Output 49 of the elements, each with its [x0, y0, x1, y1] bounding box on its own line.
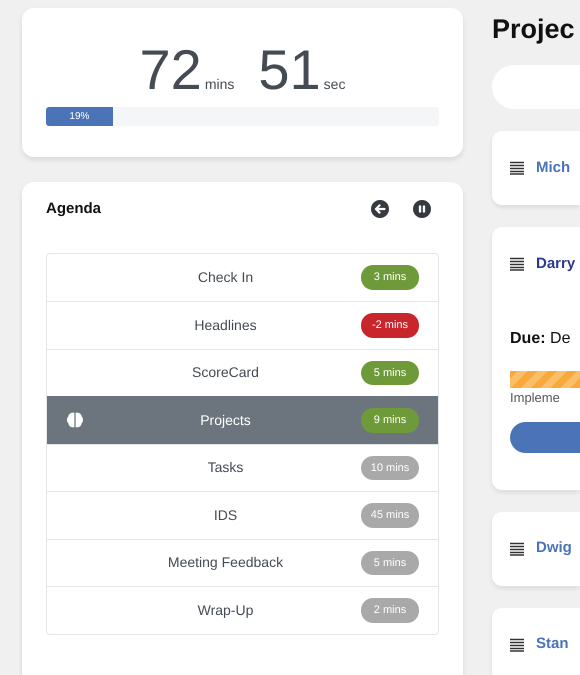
drag-handle-icon[interactable] [510, 542, 524, 556]
status-bar [510, 371, 580, 388]
project-owner[interactable]: Dwig [536, 537, 572, 560]
agenda-item[interactable]: IDS 45 mins [47, 491, 438, 538]
project-owner[interactable]: Mich [536, 156, 570, 180]
page-title: Projec [492, 16, 576, 43]
project-card[interactable]: Darry Due: De Impleme [492, 227, 580, 490]
time-pill: 3 mins [361, 265, 419, 290]
agenda-item[interactable]: Check In 3 mins [47, 254, 438, 301]
agenda-item-label: Wrap-Up [196, 600, 254, 620]
agenda-item[interactable]: Wrap-Up 2 mins [47, 586, 438, 634]
time-pill: 45 mins [361, 503, 419, 528]
project-card[interactable]: Dwig [492, 512, 580, 586]
seconds-unit: sec [324, 75, 346, 94]
time-pill: 5 mins [361, 550, 419, 575]
time-pill: -2 mins [361, 313, 419, 338]
project-owner[interactable]: Darry [536, 252, 576, 276]
agenda-item-label: Headlines [193, 316, 258, 335]
seconds-value: 51 [258, 42, 321, 98]
agenda-item[interactable]: Projects 9 mins [47, 396, 438, 444]
agenda-item-label: Projects [199, 410, 252, 430]
agenda-item[interactable]: Headlines -2 mins [47, 301, 438, 348]
agenda-title: Agenda [46, 199, 102, 219]
agenda-item-label: Check In [196, 268, 254, 287]
time-pill: 10 mins [361, 456, 419, 480]
agenda-item-label: ScoreCard [191, 363, 260, 382]
project-card[interactable]: Stan [492, 608, 580, 675]
drag-handle-icon[interactable] [510, 638, 524, 652]
agenda-item-label: Meeting Feedback [166, 553, 284, 572]
pause-icon[interactable] [413, 200, 431, 218]
project-card[interactable]: Mich [492, 131, 580, 205]
pill-button[interactable] [510, 422, 580, 452]
drag-handle-icon[interactable] [510, 161, 524, 175]
agenda-item-label: IDS [212, 506, 238, 525]
agenda-item[interactable]: Meeting Feedback 5 mins [47, 538, 438, 586]
brain-icon [66, 412, 84, 428]
progress-fill: 19% [46, 107, 113, 126]
time-pill: 5 mins [361, 360, 419, 385]
agenda-item[interactable]: Tasks 10 mins [47, 444, 438, 491]
back-icon[interactable] [371, 200, 389, 218]
time-pill: 2 mins [361, 598, 419, 622]
time-pill: 9 mins [361, 408, 419, 432]
drag-handle-icon[interactable] [510, 257, 524, 271]
agenda-item-label: Tasks [206, 458, 244, 478]
status-text: Impleme [510, 389, 561, 407]
due-date: Due: De [510, 329, 572, 349]
minutes-unit: mins [204, 75, 234, 94]
minutes-value: 72 [140, 42, 202, 98]
project-owner[interactable]: Stan [536, 633, 569, 656]
